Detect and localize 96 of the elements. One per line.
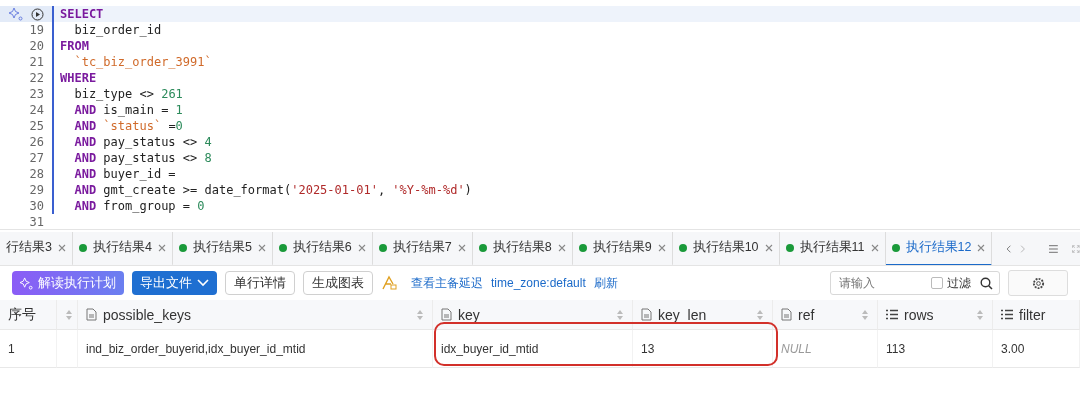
result-tab[interactable]: 执行结果11 bbox=[779, 232, 886, 265]
sort-icon[interactable] bbox=[861, 308, 869, 321]
header-label: key bbox=[458, 306, 480, 323]
column-header[interactable]: possible_keys bbox=[78, 300, 433, 330]
code-line: AND from_group = 0 bbox=[73, 198, 205, 214]
result-tab[interactable]: 执行结果5 bbox=[172, 232, 273, 265]
settings-button[interactable] bbox=[1008, 270, 1068, 296]
header-label: rows bbox=[904, 306, 934, 323]
result-tab[interactable]: 执行结果6 bbox=[272, 232, 373, 265]
code-line: AND gmt_create >= date_format('2025-01-01', '%Y-%m-%d') bbox=[73, 182, 472, 198]
column-header[interactable]: filter bbox=[993, 300, 1080, 330]
search-icon[interactable] bbox=[980, 276, 993, 290]
result-tab[interactable]: 行结果3 bbox=[0, 232, 73, 265]
code-line: SELECT bbox=[60, 6, 104, 22]
code-line: AND pay_status <> 8 bbox=[73, 150, 212, 166]
code-line: FROM bbox=[60, 38, 89, 54]
result-tab[interactable]: 执行结果10 bbox=[672, 232, 780, 265]
line-number: 27 bbox=[29, 151, 44, 165]
table-cell: 113 bbox=[878, 330, 993, 368]
column-header[interactable] bbox=[57, 300, 78, 330]
line-number: 28 bbox=[29, 167, 44, 181]
explain-plan-button[interactable]: 解读执行计划 bbox=[12, 271, 124, 295]
toolbar-button[interactable]: 单行详情 bbox=[225, 271, 295, 295]
sort-icon[interactable] bbox=[416, 308, 424, 321]
close-icon[interactable] bbox=[457, 243, 466, 252]
table-cell: idx_buyer_id_mtid bbox=[433, 330, 633, 368]
sort-icon[interactable] bbox=[756, 308, 764, 321]
close-icon[interactable] bbox=[357, 243, 366, 252]
document-icon bbox=[86, 308, 97, 321]
sparkle-icon bbox=[20, 276, 33, 290]
code-line: AND `status` =0 bbox=[73, 118, 183, 134]
column-header[interactable]: ref bbox=[773, 300, 878, 330]
header-label: possible_keys bbox=[103, 306, 191, 323]
result-tab[interactable]: 执行结果8 bbox=[472, 232, 573, 265]
line-number: 24 bbox=[29, 103, 44, 117]
close-icon[interactable] bbox=[557, 243, 566, 252]
document-icon bbox=[641, 308, 652, 321]
code-line: biz_type <> 261 bbox=[73, 86, 183, 102]
close-icon[interactable] bbox=[657, 243, 666, 252]
result-tab[interactable]: 执行结果7 bbox=[372, 232, 473, 265]
code-line: biz_order_id bbox=[73, 22, 162, 38]
line-number: 21 bbox=[29, 55, 44, 69]
table-cell: 13 bbox=[633, 330, 773, 368]
line-number: 29 bbox=[29, 183, 44, 197]
close-icon[interactable] bbox=[870, 243, 879, 252]
result-tab[interactable]: 执行结果12 bbox=[885, 232, 993, 265]
line-number: 26 bbox=[29, 135, 44, 149]
toolbar-button[interactable]: 生成图表 bbox=[303, 271, 373, 295]
column-header[interactable]: key bbox=[433, 300, 633, 330]
filter-label: 过滤 bbox=[947, 274, 971, 292]
list-icon bbox=[1001, 309, 1013, 320]
run-icon[interactable] bbox=[31, 7, 44, 21]
table-cell: ind_biz_order_buyerid,idx_buyer_id_mtid bbox=[78, 330, 433, 368]
toolbar-link[interactable]: 查看主备延迟 bbox=[411, 274, 483, 292]
column-header[interactable]: 序号 bbox=[0, 300, 57, 330]
sort-icon[interactable] bbox=[976, 308, 984, 321]
toolbar-link[interactable]: 刷新 bbox=[593, 274, 618, 292]
code-line: `tc_biz_order_3991` bbox=[73, 54, 212, 70]
sort-icon[interactable] bbox=[616, 308, 624, 321]
table-cell: 1 bbox=[0, 330, 57, 368]
sparkle-icon[interactable] bbox=[9, 7, 23, 21]
close-icon[interactable] bbox=[977, 243, 986, 252]
line-number: 30 bbox=[29, 199, 44, 213]
search-input[interactable]: 请输入 bbox=[837, 275, 927, 291]
table-cell: 3.00 bbox=[993, 330, 1080, 368]
result-tab[interactable]: 执行结果4 bbox=[72, 232, 173, 265]
line-number: 22 bbox=[29, 71, 44, 85]
line-number: 23 bbox=[29, 87, 44, 101]
chevron-down-icon bbox=[197, 279, 209, 287]
table-cell: NULL bbox=[773, 330, 878, 368]
line-number: 25 bbox=[29, 119, 44, 133]
header-label: filter bbox=[1019, 306, 1046, 323]
search-field[interactable]: 请输入 过滤 bbox=[830, 271, 1000, 295]
document-icon bbox=[441, 308, 452, 321]
header-label: 序号 bbox=[8, 305, 36, 324]
column-header[interactable]: rows bbox=[878, 300, 993, 330]
document-icon bbox=[781, 308, 792, 321]
toolbar-link[interactable]: time_zone:default bbox=[491, 276, 586, 290]
line-number: 19 bbox=[29, 23, 44, 37]
sort-icon[interactable] bbox=[65, 308, 73, 321]
line-number: 20 bbox=[29, 39, 44, 53]
code-line: WHERE bbox=[60, 70, 97, 86]
close-icon[interactable] bbox=[57, 243, 66, 252]
code-line: AND pay_status <> 4 bbox=[73, 134, 212, 150]
close-icon[interactable] bbox=[257, 243, 266, 252]
filter-checkbox[interactable] bbox=[931, 277, 943, 289]
result-tab[interactable]: 执行结果9 bbox=[572, 232, 673, 265]
line-number: 31 bbox=[29, 215, 44, 229]
header-label: ref bbox=[798, 306, 815, 323]
export-dropdown-button[interactable]: 导出文件 bbox=[132, 271, 217, 295]
settings-icon bbox=[1031, 276, 1045, 290]
code-line: AND is_main = 1 bbox=[73, 102, 183, 118]
close-icon[interactable] bbox=[764, 243, 773, 252]
list-icon bbox=[886, 309, 898, 320]
code-line: AND buyer_id = bbox=[73, 166, 176, 182]
close-icon[interactable] bbox=[157, 243, 166, 252]
